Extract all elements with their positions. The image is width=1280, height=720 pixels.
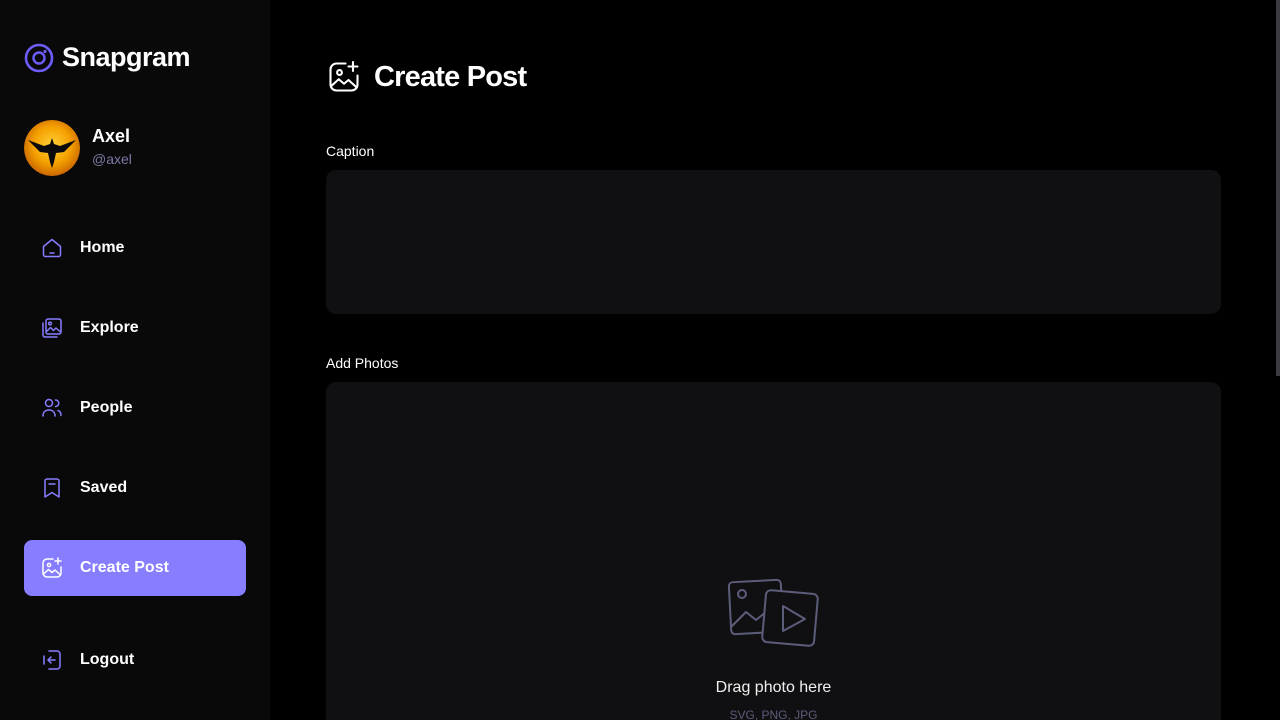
dropzone-title: Drag photo here xyxy=(715,679,832,696)
sidebar-item-people[interactable]: People xyxy=(24,380,246,436)
sidebar-item-create-post[interactable]: Create Post xyxy=(24,540,246,596)
caption-label: Caption xyxy=(326,143,375,159)
dropzone-subtitle: SVG, PNG, JPG xyxy=(729,708,818,720)
gallery-add-icon xyxy=(329,60,359,92)
caption-textarea[interactable] xyxy=(326,170,1221,314)
home-icon xyxy=(42,238,62,258)
avatar xyxy=(24,120,80,176)
main-content: Create Post Caption Add Photos Drag phot… xyxy=(270,0,1280,720)
photo-dropzone[interactable]: Drag photo here SVG, PNG, JPG xyxy=(326,382,1221,720)
sidebar-item-label: Explore xyxy=(80,319,139,336)
sidebar-item-label: Create Post xyxy=(80,559,169,576)
app-name: Snapgram xyxy=(62,42,191,72)
app-logo[interactable]: Snapgram xyxy=(24,42,191,73)
add-photos-label: Add Photos xyxy=(326,355,399,371)
profile-name: Axel xyxy=(92,125,131,146)
logout-label: Logout xyxy=(80,651,135,668)
gallery-icon xyxy=(42,318,62,338)
camera-logo-icon xyxy=(24,43,54,72)
app-root: Snapgram Axel @axel Home Explore People … xyxy=(0,0,1280,720)
page-header: Create Post xyxy=(326,59,527,95)
sidebar-item-home[interactable]: Home xyxy=(24,220,246,276)
sidebar-item-saved[interactable]: Saved xyxy=(24,460,246,516)
scrollbar[interactable] xyxy=(1276,0,1280,376)
media-placeholder-icon xyxy=(727,578,819,647)
bookmark-icon xyxy=(44,478,60,498)
left-sidebar: Snapgram Axel @axel Home Explore People … xyxy=(0,0,270,720)
sidebar-item-label: People xyxy=(80,399,133,416)
people-icon xyxy=(42,398,62,417)
profile-card[interactable]: Axel @axel xyxy=(24,120,132,176)
profile-handle: @axel xyxy=(92,150,132,167)
sidebar-item-label: Home xyxy=(80,239,125,256)
sidebar-item-label: Saved xyxy=(80,479,128,496)
gallery-add-icon xyxy=(42,557,62,578)
page-title: Create Post xyxy=(374,60,527,93)
logout-icon xyxy=(43,650,61,670)
logout-button[interactable]: Logout xyxy=(24,632,246,688)
sidebar-item-explore[interactable]: Explore xyxy=(24,300,246,356)
